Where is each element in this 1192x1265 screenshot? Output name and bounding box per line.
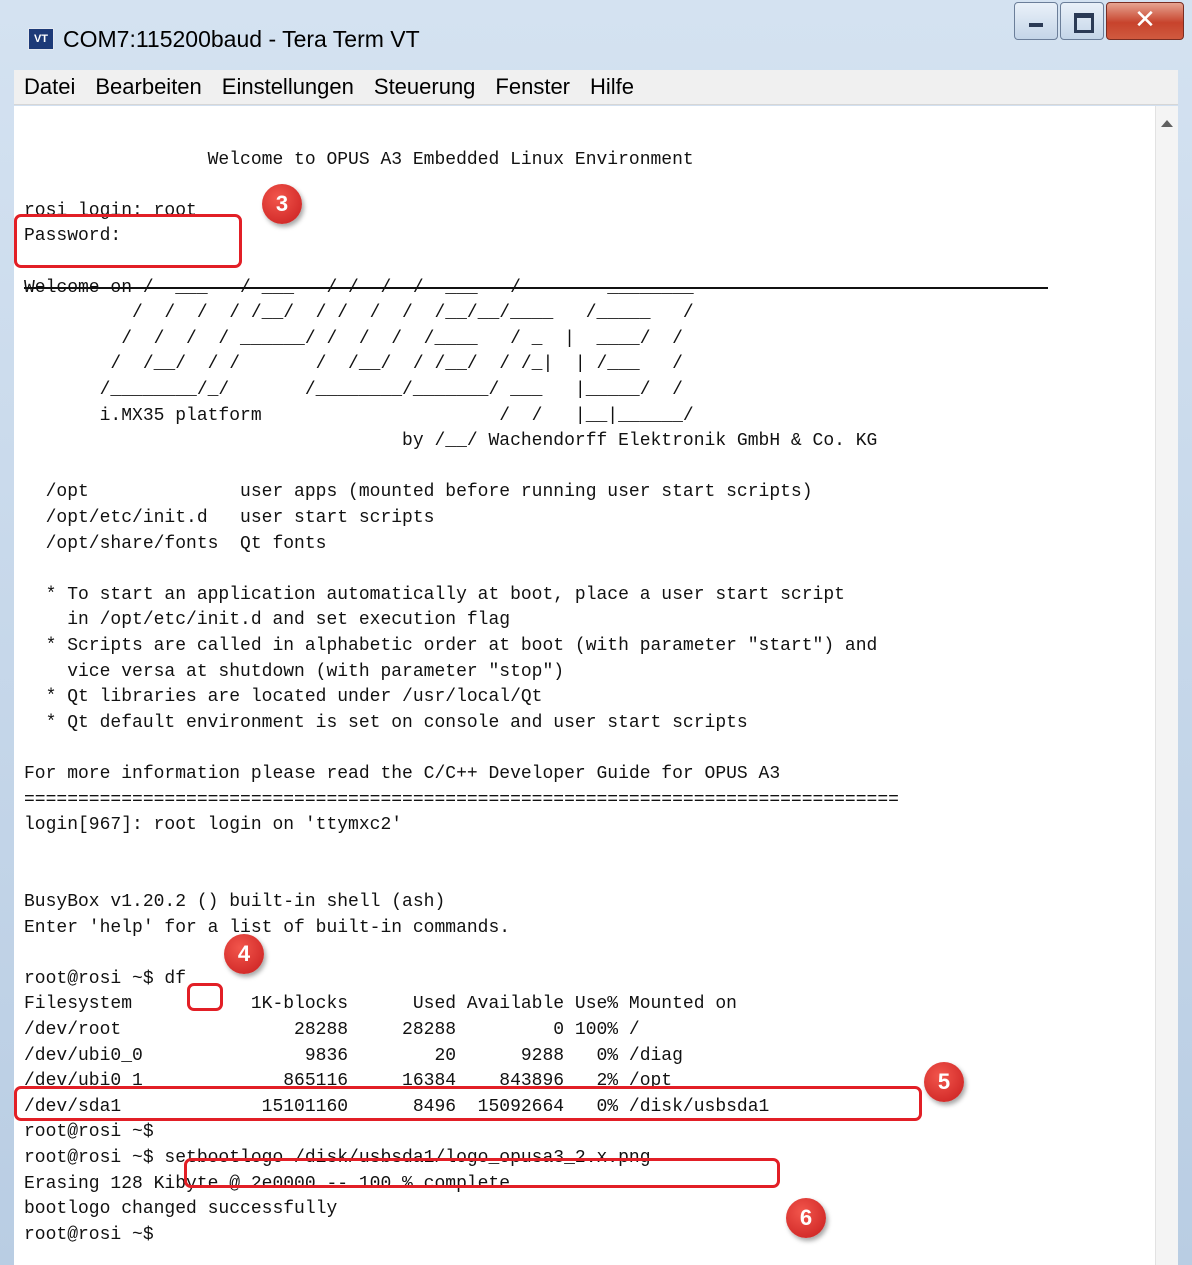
terminal-line: ========================================… bbox=[24, 789, 899, 810]
maximize-button[interactable] bbox=[1060, 2, 1104, 40]
terminal-line: login[967]: root login on 'ttymxc2' bbox=[24, 815, 403, 836]
terminal-line: / / / / /__/ / / / / /__/__/____ /_____ … bbox=[24, 303, 694, 324]
banner-separator bbox=[24, 287, 1048, 289]
menu-bar: Datei Bearbeiten Einstellungen Steuerung… bbox=[14, 70, 1178, 105]
close-icon: ✕ bbox=[1134, 5, 1156, 35]
terminal-line: BusyBox v1.20.2 () built-in shell (ash) bbox=[24, 892, 446, 912]
scroll-up-arrow-icon[interactable] bbox=[1161, 120, 1173, 127]
terminal-line: Filesystem 1K-blocks Used Available Use%… bbox=[24, 994, 737, 1015]
step-badge-3: 3 bbox=[262, 184, 302, 224]
terminal-line: Enter 'help' for a list of built-in comm… bbox=[24, 917, 511, 938]
app-icon[interactable]: VT bbox=[28, 28, 54, 50]
title-bar[interactable]: VT COM7:115200baud - Tera Term VT ✕ bbox=[0, 0, 1192, 64]
terminal-line: in /opt/etc/init.d and set execution fla… bbox=[24, 610, 511, 631]
terminal-line: root@rosi ~$ bbox=[24, 1224, 154, 1245]
terminal-line: * Qt default environment is set on conso… bbox=[24, 712, 748, 733]
terminal-line: by /__/ Wachendorff Elektronik GmbH & Co… bbox=[24, 431, 878, 452]
terminal-area[interactable]: Welcome to OPUS A3 Embedded Linux Enviro… bbox=[14, 106, 1178, 1265]
highlight-df-command bbox=[187, 983, 223, 1011]
terminal-line: * Scripts are called in alphabetic order… bbox=[24, 636, 878, 656]
step-badge-4: 4 bbox=[224, 934, 264, 974]
terminal-line: /opt user apps (mounted before running u… bbox=[24, 482, 813, 503]
terminal-line: /dev/root 28288 28288 0 100% / bbox=[24, 1020, 640, 1040]
close-button[interactable]: ✕ bbox=[1106, 2, 1184, 40]
terminal-line: /opt/etc/init.d user start scripts bbox=[24, 508, 435, 528]
highlight-setbootlogo-command bbox=[184, 1158, 780, 1188]
terminal-line: / /__/ / / / /__/ / /__/ / /_| | /___ / bbox=[24, 354, 683, 375]
terminal-line: i.MX35 platform / / |__|______/ bbox=[24, 405, 694, 426]
minimize-icon bbox=[1029, 23, 1043, 27]
tera-term-window: VT COM7:115200baud - Tera Term VT ✕ Date… bbox=[0, 0, 1192, 1265]
caption-buttons: ✕ bbox=[1012, 2, 1184, 40]
highlight-login bbox=[14, 214, 242, 268]
menu-steuerung[interactable]: Steuerung bbox=[364, 74, 486, 100]
vertical-scrollbar[interactable] bbox=[1155, 106, 1178, 1265]
menu-datei[interactable]: Datei bbox=[14, 74, 85, 100]
step-badge-6: 6 bbox=[786, 1198, 826, 1238]
maximize-icon bbox=[1074, 13, 1094, 33]
window-title: COM7:115200baud - Tera Term VT bbox=[63, 26, 420, 52]
terminal-line: For more information please read the C/C… bbox=[24, 764, 781, 784]
terminal-line: /dev/ubi0_0 9836 20 9288 0% /diag bbox=[24, 1045, 683, 1066]
menu-bearbeiten[interactable]: Bearbeiten bbox=[85, 74, 211, 100]
step-badge-5: 5 bbox=[924, 1062, 964, 1102]
terminal-line: /opt/share/fonts Qt fonts bbox=[24, 533, 327, 554]
terminal-line: / / / / ______/ / / / /____ / _ | ____/ … bbox=[24, 328, 683, 349]
menu-hilfe[interactable]: Hilfe bbox=[580, 74, 644, 100]
minimize-button[interactable] bbox=[1014, 2, 1058, 40]
terminal-line: /________/_/ /________/_______/ ___ |___… bbox=[24, 380, 683, 400]
menu-fenster[interactable]: Fenster bbox=[485, 74, 580, 100]
highlight-sda1-row bbox=[14, 1086, 922, 1121]
terminal-line: * Qt libraries are located under /usr/lo… bbox=[24, 687, 543, 708]
terminal-line: root@rosi ~$ bbox=[24, 1122, 154, 1143]
terminal-line: Welcome to OPUS A3 Embedded Linux Enviro… bbox=[24, 149, 694, 170]
terminal-line: vice versa at shutdown (with parameter "… bbox=[24, 661, 565, 682]
menu-einstellungen[interactable]: Einstellungen bbox=[212, 74, 364, 100]
terminal-line: * To start an application automatically … bbox=[24, 584, 845, 605]
terminal-line: bootlogo changed successfully bbox=[24, 1199, 338, 1220]
terminal-line: root@rosi ~$ df bbox=[24, 968, 187, 989]
